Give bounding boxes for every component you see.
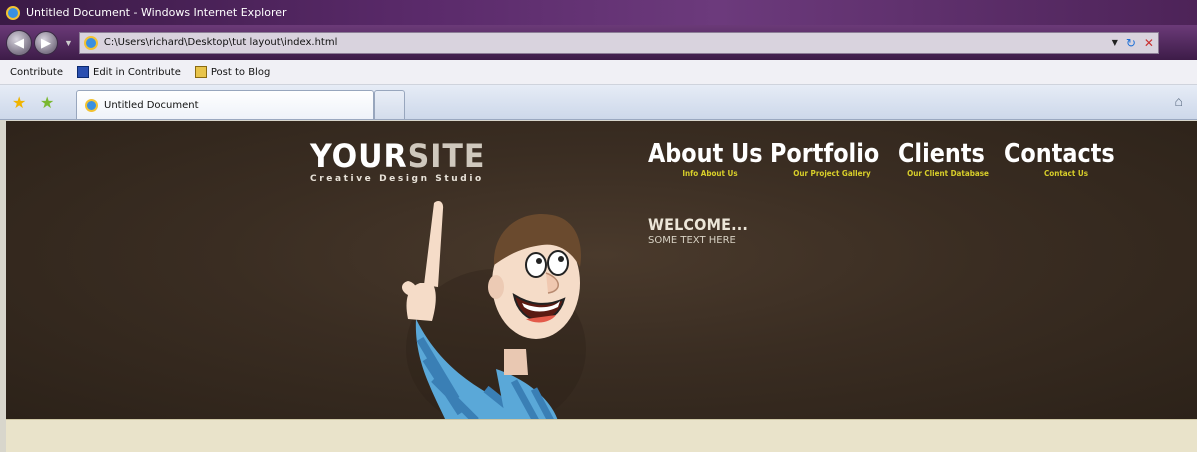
tab-bar: ★ ★ Untitled Document ⌂ <box>0 85 1197 120</box>
history-dropdown-icon[interactable]: ▼ <box>64 38 73 48</box>
ie-icon <box>6 5 20 20</box>
nav-clients[interactable]: Clients Our Client Database <box>898 139 998 178</box>
tab-label: Untitled Document <box>104 99 199 111</box>
contribute-toolbar: Contribute Edit in Contribute Post to Bl… <box>0 60 1197 85</box>
address-dropdown-icon[interactable]: ▼ <box>1112 38 1118 47</box>
edit-in-contribute-button[interactable]: Edit in Contribute <box>77 66 181 78</box>
nav-portfolio[interactable]: Portfolio Our Project Gallery <box>770 139 894 178</box>
page-viewport: YOURSITE Creative Design Studio About Us… <box>6 121 1197 452</box>
tab-untitled-document[interactable]: Untitled Document <box>76 90 374 119</box>
welcome-block: WELCOME... SOME TEXT HERE <box>648 215 759 246</box>
favorites-star-icon[interactable]: ★ <box>12 93 26 113</box>
nav-contacts-sub: Contact Us <box>1043 169 1089 178</box>
logo-site: SITE <box>407 137 486 175</box>
page-icon <box>83 35 98 50</box>
nav-about-us[interactable]: About Us Info About Us <box>648 139 772 178</box>
cartoon-mascot-illustration <box>402 201 586 421</box>
edit-icon <box>77 66 90 78</box>
forward-button[interactable]: ▶ <box>34 30 58 55</box>
address-toolbar: ◀ ▶ ▼ C:\Users\richard\Desktop\tut layou… <box>0 25 1197 60</box>
refresh-icon[interactable]: ↻ <box>1126 36 1136 50</box>
nav-clients-sub: Our Client Database <box>907 169 989 178</box>
window-title: Untitled Document - Windows Internet Exp… <box>26 6 287 19</box>
address-url: C:\Users\richard\Desktop\tut layout\inde… <box>103 37 338 48</box>
nav-portfolio-sub: Our Project Gallery <box>793 169 871 178</box>
edit-label: Edit in Contribute <box>93 66 181 78</box>
new-tab-button[interactable] <box>374 90 405 119</box>
page-footer-strip <box>6 419 1197 452</box>
site-header: YOURSITE Creative Design Studio About Us… <box>6 121 1197 421</box>
nav-about-sub: Info About Us <box>682 169 738 178</box>
contribute-label: Contribute <box>10 66 64 78</box>
back-button[interactable]: ◀ <box>6 29 32 56</box>
back-arrow-icon: ◀ <box>14 34 24 50</box>
welcome-text: SOME TEXT HERE <box>648 235 736 246</box>
logo-text: YOURSITE <box>310 139 489 173</box>
nav-portfolio-label: Portfolio <box>770 139 880 169</box>
logo-your: YOUR <box>310 137 408 175</box>
stop-icon[interactable]: ✕ <box>1144 36 1154 50</box>
welcome-heading: WELCOME... <box>648 215 749 234</box>
title-bar: Untitled Document - Windows Internet Exp… <box>0 0 1197 25</box>
nav-contacts-label: Contacts <box>1004 139 1115 169</box>
blog-icon <box>194 66 207 78</box>
address-input[interactable]: C:\Users\richard\Desktop\tut layout\inde… <box>78 31 1159 54</box>
nav-contacts[interactable]: Contacts Contact Us <box>1004 139 1128 178</box>
logo-tagline: Creative Design Studio <box>310 174 484 184</box>
post-label: Post to Blog <box>210 66 271 78</box>
post-to-blog-button[interactable]: Post to Blog <box>194 66 271 78</box>
contribute-button[interactable]: Contribute <box>10 67 63 78</box>
nav-about-label: About Us <box>648 139 763 169</box>
home-icon[interactable]: ⌂ <box>1175 93 1183 109</box>
forward-arrow-icon: ▶ <box>41 34 51 50</box>
tab-page-icon <box>85 98 98 112</box>
site-logo[interactable]: YOURSITE Creative Design Studio <box>310 139 500 184</box>
add-favorites-icon[interactable]: ★ <box>40 93 54 113</box>
nav-clients-label: Clients <box>898 139 985 169</box>
browser-window: Untitled Document - Windows Internet Exp… <box>0 0 1197 452</box>
